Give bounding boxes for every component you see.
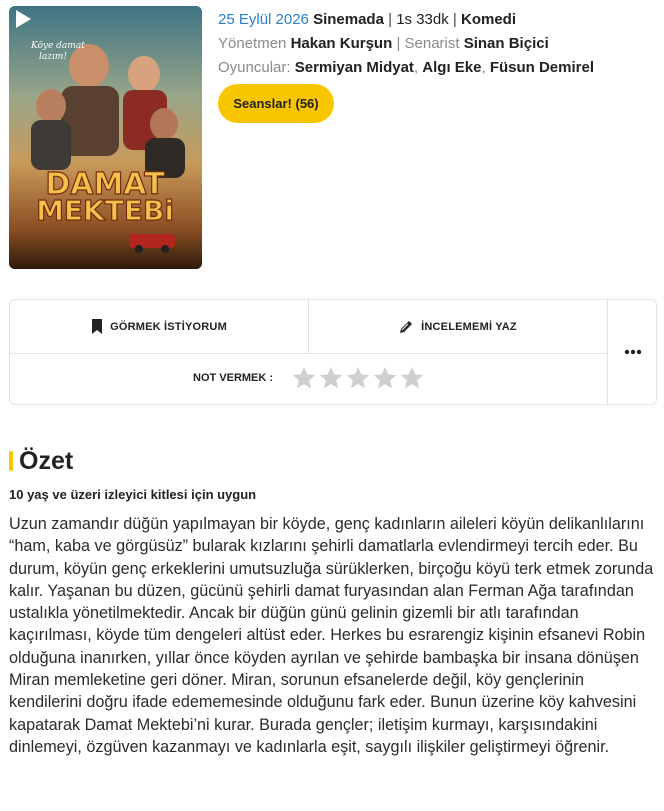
summary-heading-text: Özet: [19, 446, 74, 475]
movie-info: 25 Eylül 2026 Sinemada | 1s 33dk | Komed…: [218, 8, 658, 80]
movie-poster[interactable]: Köye damat lazım! DAMAT MEKTEBi: [9, 6, 202, 269]
meta-row: 25 Eylül 2026 Sinemada | 1s 33dk | Komed…: [218, 11, 516, 28]
svg-text:lazım!: lazım!: [39, 52, 67, 62]
cast-link-2[interactable]: Algı Eke: [422, 59, 481, 76]
star-rating[interactable]: [291, 365, 425, 391]
more-dots-icon: [624, 349, 641, 355]
release-status: Sinemada: [313, 11, 384, 28]
writer-label: Senarist: [404, 35, 460, 52]
heading-accent-bar: [9, 451, 13, 471]
genre-link[interactable]: Komedi: [461, 11, 516, 28]
age-rating: 10 yaş ve üzeri izleyici kitlesi için uy…: [9, 487, 257, 502]
pencil-icon: [400, 321, 413, 333]
write-review-button[interactable]: İNCELEMEMİ YAZ: [309, 300, 607, 353]
divider: [10, 353, 607, 354]
rate-label: NOT VERMEK :: [193, 372, 274, 384]
poster-tagline: Köye damat: [30, 41, 85, 51]
watchlist-button[interactable]: GÖRMEK İSTİYORUM: [10, 300, 308, 353]
cast-link-3[interactable]: Füsun Demirel: [490, 59, 594, 76]
star-icon-3[interactable]: [345, 365, 371, 391]
star-icon-5[interactable]: [399, 365, 425, 391]
play-trailer-icon[interactable]: [9, 6, 35, 32]
poster-title-2: MEKTEBi: [36, 194, 174, 227]
synopsis-text: Uzun zamandır düğün yapılmayan bir köyde…: [9, 515, 654, 756]
cast-row: Oyuncular: Sermiyan Midyat, Algı Eke, Fü…: [218, 59, 594, 76]
action-panel: GÖRMEK İSTİYORUM İNCELEMEMİ YAZ NOT VERM…: [9, 299, 657, 405]
star-icon-1[interactable]: [291, 365, 317, 391]
watchlist-label: GÖRMEK İSTİYORUM: [110, 320, 227, 333]
poster-artwork: Köye damat lazım! DAMAT MEKTEBi: [9, 6, 202, 269]
bookmark-icon: [92, 319, 103, 334]
cast-link-1[interactable]: Sermiyan Midyat: [295, 59, 414, 76]
duration: 1s 33dk: [396, 11, 449, 28]
more-options-button[interactable]: [608, 300, 657, 404]
summary-heading: Özet: [9, 446, 73, 476]
star-icon-4[interactable]: [372, 365, 398, 391]
write-review-label: İNCELEMEMİ YAZ: [421, 320, 517, 333]
sessions-button[interactable]: Seanslar! (56): [218, 84, 334, 123]
star-icon-2[interactable]: [318, 365, 344, 391]
release-date[interactable]: 25 Eylül 2026: [218, 11, 309, 28]
director-link[interactable]: Hakan Kurşun: [291, 35, 393, 52]
writer-link[interactable]: Sinan Biçici: [464, 35, 549, 52]
cast-label: Oyuncular:: [218, 59, 291, 76]
crew-row: Yönetmen Hakan Kurşun | Senarist Sinan B…: [218, 35, 549, 52]
director-label: Yönetmen: [218, 35, 287, 52]
